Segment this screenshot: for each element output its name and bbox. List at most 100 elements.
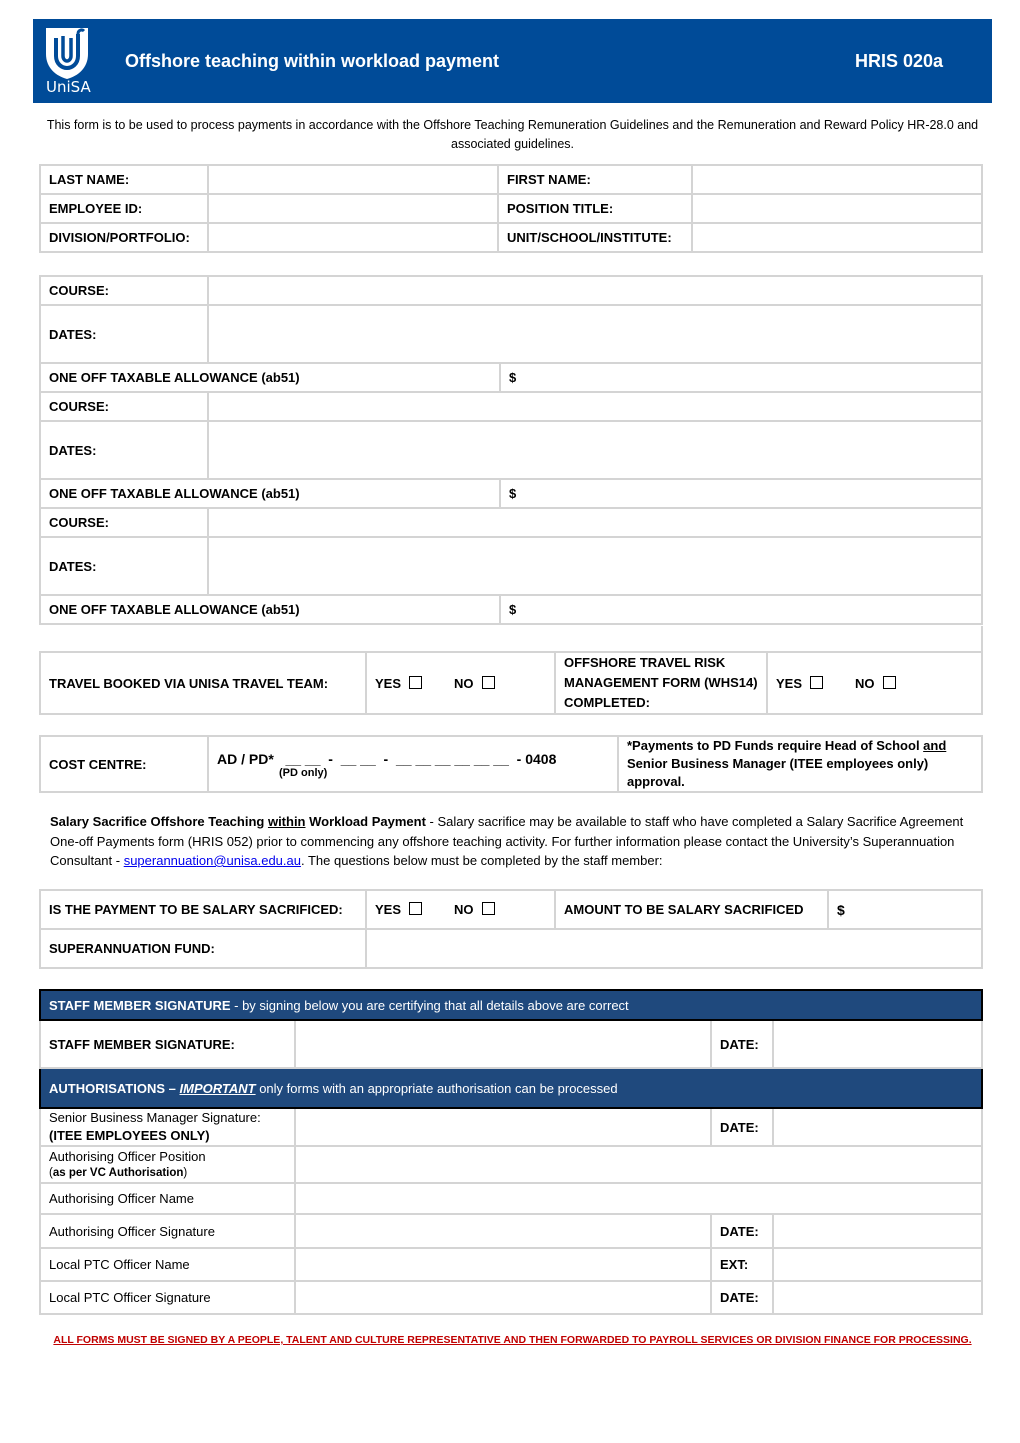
first-name-field[interactable] xyxy=(691,164,983,195)
first-name-label: FIRST NAME: xyxy=(497,164,693,195)
bar-title: STAFF MEMBER SIGNATURE xyxy=(49,997,231,1013)
label-text: Senior Business Manager Signature: xyxy=(49,1110,261,1125)
signature-table: STAFF MEMBER SIGNATURE - by signing belo… xyxy=(39,989,983,1315)
yes-label: YES xyxy=(375,902,402,917)
senior-manager-date-field[interactable] xyxy=(772,1107,983,1147)
superannuation-email-link[interactable]: superannuation@unisa.edu.au xyxy=(124,853,301,868)
ptc-officer-ext-field[interactable] xyxy=(772,1247,983,1282)
bar-important: IMPORTANT xyxy=(179,1080,256,1096)
yes-label: YES xyxy=(776,675,803,691)
dates-field[interactable] xyxy=(207,536,983,596)
authorising-officer-position-field[interactable] xyxy=(294,1145,983,1184)
note-text: Senior Business Manager (ITEE employees … xyxy=(627,756,929,789)
yes-label: YES xyxy=(375,675,402,691)
employee-id-field[interactable] xyxy=(207,193,499,224)
ext-label: EXT: xyxy=(710,1247,774,1282)
last-name-label: LAST NAME: xyxy=(39,164,209,195)
dates-label: DATES: xyxy=(39,304,209,364)
staff-signature-label: STAFF MEMBER SIGNATURE: xyxy=(39,1019,296,1069)
bar-title: AUTHORISATIONS – xyxy=(49,1080,180,1096)
ptc-officer-signature-field[interactable] xyxy=(294,1280,712,1315)
date-label: DATE: xyxy=(710,1213,774,1249)
auth-row-label: Authorising Officer Position (as per VC A… xyxy=(39,1145,296,1184)
body-text: . The questions below must be completed … xyxy=(300,853,663,868)
date-label: DATE: xyxy=(710,1280,774,1315)
no-label: NO xyxy=(855,675,875,691)
date-label: DATE: xyxy=(710,1107,774,1147)
dates-label: DATES: xyxy=(39,420,209,480)
salary-sacrifice-yes-checkbox[interactable] xyxy=(409,902,423,915)
auth-row-label: Senior Business Manager Signature: (ITEE … xyxy=(39,1107,296,1147)
course-label: COURSE: xyxy=(39,507,209,538)
travel-booked-label: TRAVEL BOOKED VIA UNISA TRAVEL TEAM: xyxy=(39,651,367,715)
no-label: NO xyxy=(454,902,474,917)
travel-table: TRAVEL BOOKED VIA UNISA TRAVEL TEAM: YES… xyxy=(39,651,983,715)
allowance-field[interactable]: $ xyxy=(499,594,983,625)
intro-text: This form is to be used to process payme… xyxy=(46,118,979,151)
label-sub: (ITEE EMPLOYEES ONLY) xyxy=(49,1128,210,1143)
allowance-field[interactable]: $ xyxy=(499,362,983,393)
salary-sacrifice-options: YES NO xyxy=(365,889,556,930)
salary-sacrifice-no-checkbox[interactable] xyxy=(481,902,495,915)
form-code: HRIS 020a xyxy=(855,51,944,71)
pd-only-note: (PD only) xyxy=(279,767,328,779)
risk-form-yes-checkbox[interactable] xyxy=(810,675,824,689)
unisa-logo: UniSA xyxy=(38,24,96,99)
no-label: NO xyxy=(454,675,474,691)
travel-booked-no-checkbox[interactable] xyxy=(481,675,495,689)
auth-row-label: Authorising Officer Name xyxy=(39,1182,296,1215)
bar-text: only forms with an appropriate authorisa… xyxy=(255,1080,618,1096)
cost-centre-pattern: __ __ - __ __ - __ __ __ __ __ __ xyxy=(285,751,509,767)
form-title: Offshore teaching within workload paymen… xyxy=(125,51,500,71)
authorisations-bar: AUTHORISATIONS – IMPORTANT only forms wi… xyxy=(39,1067,983,1109)
heading-text: Workload Payment xyxy=(305,814,426,829)
auth-row-label: Local PTC Officer Name xyxy=(39,1247,296,1282)
course-field[interactable] xyxy=(207,275,983,306)
authorising-officer-date-field[interactable] xyxy=(772,1213,983,1249)
allowance-label: ONE OFF TAXABLE ALLOWANCE (ab51) xyxy=(39,362,501,393)
footer-notice: ALL FORMS MUST BE SIGNED BY A PEOPLE, TA… xyxy=(53,1334,972,1346)
dates-label: DATES: xyxy=(39,536,209,596)
position-title-field[interactable] xyxy=(691,193,983,224)
cost-centre-field[interactable]: AD / PD* __ __ - __ __ - __ __ __ __ __ … xyxy=(207,735,619,793)
personal-details-table: LAST NAME: FIRST NAME: EMPLOYEE ID: POSI… xyxy=(39,164,983,253)
dates-field[interactable] xyxy=(207,304,983,364)
position-title-label: POSITION TITLE: xyxy=(497,193,693,224)
dates-field[interactable] xyxy=(207,420,983,480)
ptc-officer-date-field[interactable] xyxy=(772,1280,983,1315)
last-name-field[interactable] xyxy=(207,164,499,195)
course-field[interactable] xyxy=(207,507,983,538)
table-edge xyxy=(981,626,983,652)
courses-table: COURSE: DATES: ONE OFF TAXABLE ALLOWANCE… xyxy=(39,275,983,625)
allowance-field[interactable]: $ xyxy=(499,478,983,509)
staff-signature-date-field[interactable] xyxy=(772,1019,983,1069)
cost-centre-prefix: AD / PD* xyxy=(217,751,274,767)
auth-row-label: Authorising Officer Signature xyxy=(39,1213,296,1249)
employee-id-label: EMPLOYEE ID: xyxy=(39,193,209,224)
staff-signature-field[interactable] xyxy=(294,1019,712,1069)
heading-text: Salary Sacrifice Offshore Teaching xyxy=(50,814,268,829)
salary-sacrifice-table: IS THE PAYMENT TO BE SALARY SACRIFICED: … xyxy=(39,889,983,969)
senior-manager-signature-field[interactable] xyxy=(294,1107,712,1147)
ptc-officer-name-field[interactable] xyxy=(294,1247,712,1282)
cost-centre-label: COST CENTRE: xyxy=(39,735,209,793)
course-label: COURSE: xyxy=(39,391,209,422)
travel-booked-yes-checkbox[interactable] xyxy=(409,675,423,689)
auth-row-label: Local PTC Officer Signature xyxy=(39,1280,296,1315)
course-field[interactable] xyxy=(207,391,983,422)
risk-form-no-checkbox[interactable] xyxy=(882,675,896,689)
authorising-officer-name-field[interactable] xyxy=(294,1182,983,1215)
authorising-officer-signature-field[interactable] xyxy=(294,1213,712,1249)
superannuation-fund-field[interactable] xyxy=(365,928,983,969)
division-label: DIVISION/PORTFOLIO: xyxy=(39,222,209,253)
salary-sacrifice-question: IS THE PAYMENT TO BE SALARY SACRIFICED: xyxy=(39,889,367,930)
paren: ) xyxy=(183,1166,188,1179)
unit-field[interactable] xyxy=(691,222,983,253)
course-label: COURSE: xyxy=(39,275,209,306)
division-field[interactable] xyxy=(207,222,499,253)
amount-field[interactable]: $ xyxy=(827,889,983,930)
logo-text: UniSA xyxy=(46,78,91,96)
note-and: and xyxy=(923,738,947,753)
bar-text: - by signing below you are certifying th… xyxy=(230,997,629,1013)
staff-signature-bar: STAFF MEMBER SIGNATURE - by signing belo… xyxy=(39,989,983,1021)
